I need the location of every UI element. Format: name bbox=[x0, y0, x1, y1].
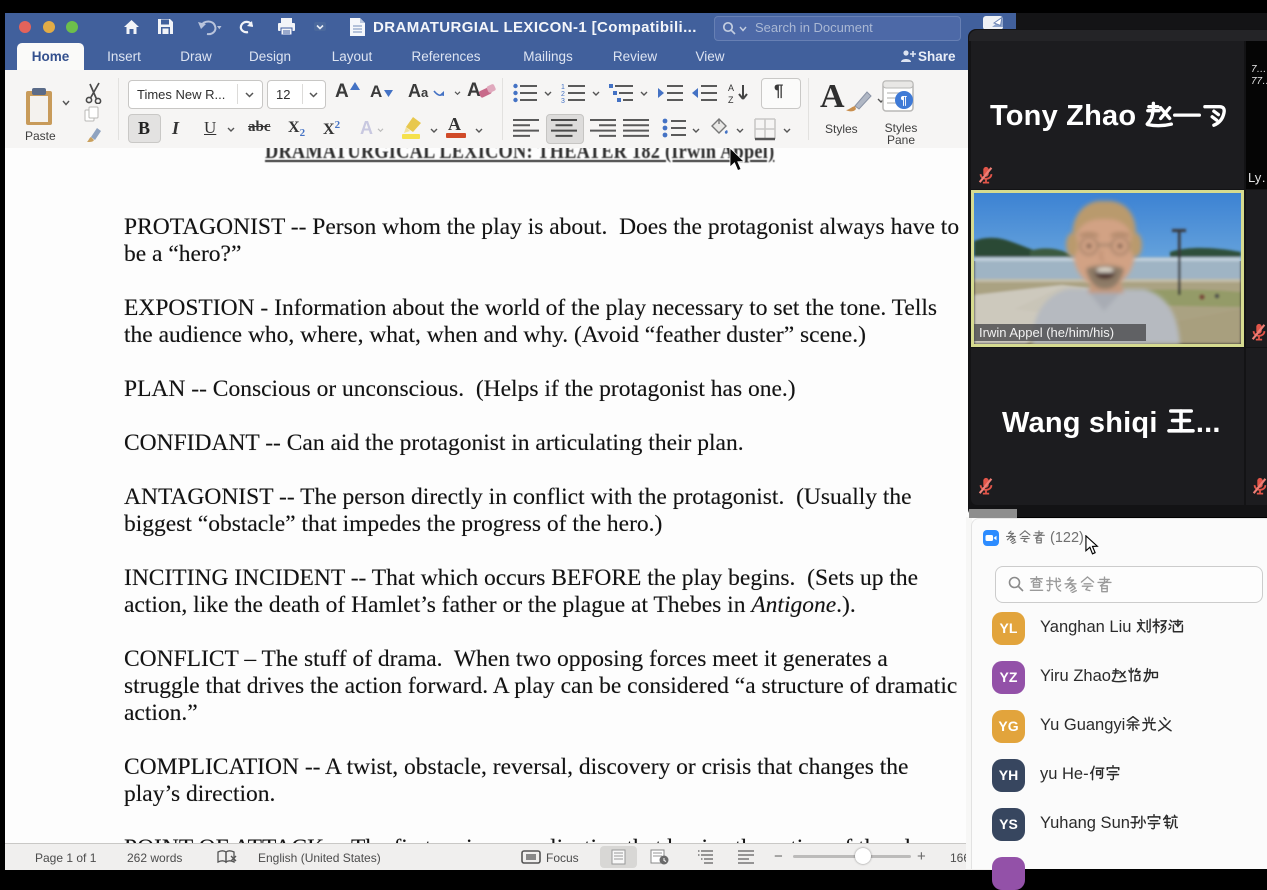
svg-text:1: 1 bbox=[561, 84, 565, 91]
svg-text:Z: Z bbox=[728, 95, 734, 104]
svg-text:3: 3 bbox=[561, 98, 565, 103]
svg-text:2: 2 bbox=[561, 91, 565, 98]
svg-text:A: A bbox=[728, 83, 734, 93]
svg-text:¶: ¶ bbox=[901, 94, 908, 108]
